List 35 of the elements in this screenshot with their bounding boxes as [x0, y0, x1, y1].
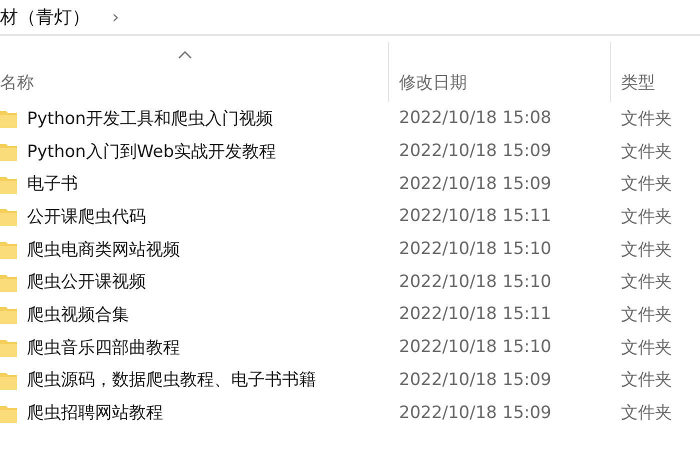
file-type: 文件夹: [621, 238, 672, 261]
modified-date: 2022/10/18 15:11: [399, 304, 552, 324]
file-name[interactable]: 爬虫公开课视频: [27, 270, 146, 294]
modified-date: 2022/10/18 15:09: [399, 370, 552, 390]
modified-date: 2022/10/18 15:10: [399, 239, 552, 260]
breadcrumb-item[interactable]: 材（青灯）: [0, 5, 90, 29]
column-header[interactable]: 名称: [0, 71, 388, 94]
file-name[interactable]: 爬虫招聘网站教程: [27, 401, 163, 424]
modified-date: 2022/10/18 15:10: [399, 337, 552, 358]
file-name[interactable]: Python入门到Web实战开发教程: [27, 140, 276, 163]
file-name[interactable]: 爬虫音乐四部曲教程: [27, 336, 180, 359]
file-name[interactable]: 爬虫电商类网站视频: [27, 238, 180, 261]
modified-date: 2022/10/18 15:08: [399, 108, 552, 128]
file-type: 文件夹: [621, 108, 672, 130]
file-type: 文件夹: [621, 173, 672, 196]
file-name[interactable]: 爬虫源码，数据爬虫教程、电子书书籍: [27, 368, 316, 392]
file-type: 文件夹: [621, 402, 672, 424]
file-name[interactable]: 公开课爬虫代码: [27, 204, 146, 228]
file-type: 文件夹: [621, 304, 672, 326]
column-header[interactable]: 修改日期: [399, 71, 610, 94]
file-type: 文件夹: [621, 206, 672, 228]
modified-date: 2022/10/18 15:09: [399, 141, 552, 162]
modified-date: 2022/10/18 15:09: [399, 174, 552, 194]
file-type: 文件夹: [621, 336, 672, 359]
file-name[interactable]: Python开发工具和爬虫入门视频: [27, 106, 273, 130]
file-name[interactable]: 电子书: [27, 172, 78, 196]
file-type: 文件夹: [621, 369, 672, 392]
modified-date: 2022/10/18 15:09: [399, 402, 552, 423]
column-header[interactable]: 类型: [621, 71, 700, 94]
file-type: 文件夹: [621, 271, 672, 294]
file-name[interactable]: 爬虫视频合集: [27, 302, 129, 326]
file-type: 文件夹: [621, 140, 672, 163]
breadcrumb-separator[interactable]: ›: [112, 6, 120, 28]
modified-date: 2022/10/18 15:10: [399, 272, 552, 292]
modified-date: 2022/10/18 15:11: [399, 206, 552, 226]
